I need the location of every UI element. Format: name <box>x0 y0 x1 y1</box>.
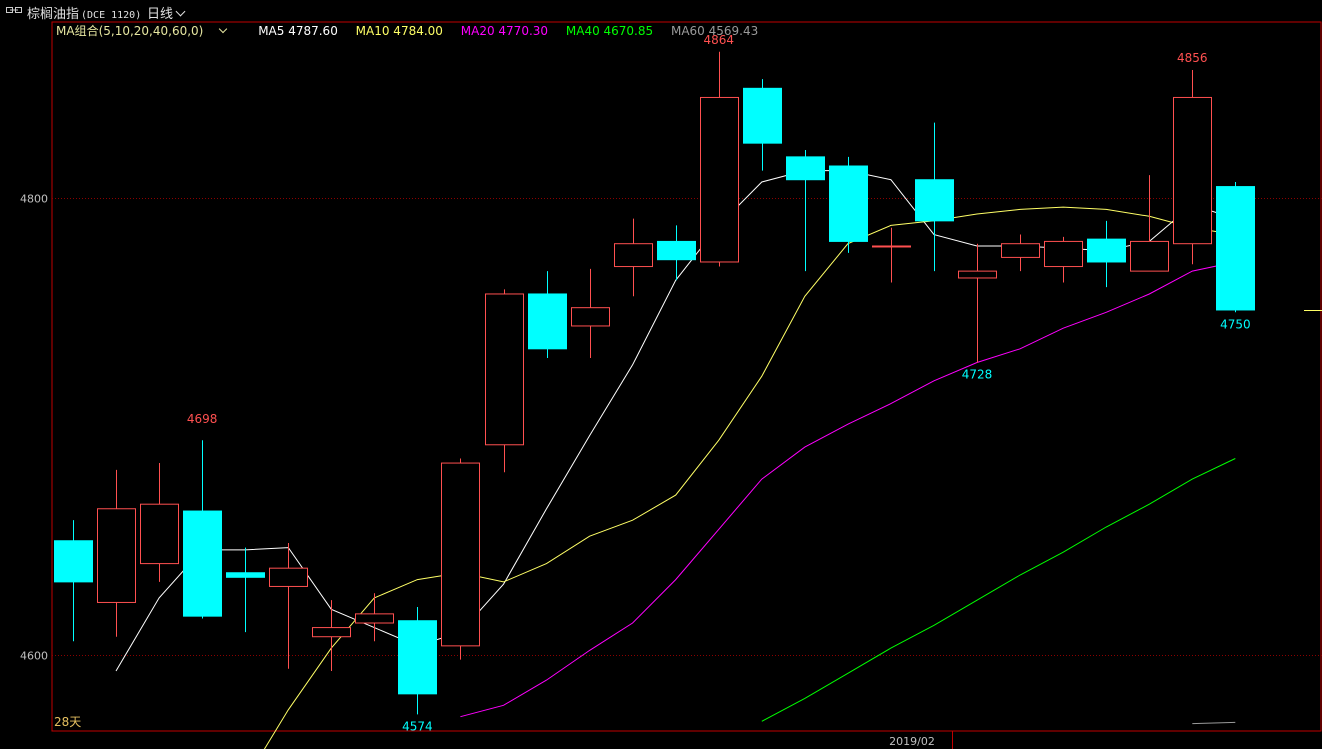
candle <box>1087 220 1126 288</box>
candle <box>1001 234 1040 272</box>
candle <box>958 243 997 363</box>
candle-body-up <box>958 270 997 279</box>
candle-body-up <box>700 96 739 263</box>
ma5-value: MA5 4787.60 <box>258 24 338 38</box>
candle-body-up <box>872 245 911 248</box>
candle-body-up <box>571 307 610 327</box>
candle <box>700 51 739 267</box>
candle-body-up <box>312 627 351 638</box>
candle-body-down <box>226 572 265 578</box>
candle <box>312 600 351 671</box>
candle-body-up <box>269 567 308 587</box>
candlestick-chart[interactable]: 469845744864472848564750 4600480028天2019… <box>0 0 1322 749</box>
candle-body-up <box>97 508 136 603</box>
candle-body-up <box>355 613 394 624</box>
candle-body-down <box>657 240 696 261</box>
candle-body-down <box>743 87 782 144</box>
candle <box>872 227 911 283</box>
price-annotation: 4574 <box>402 719 433 733</box>
candle-body-up <box>485 293 524 446</box>
candle <box>1216 182 1255 313</box>
ma-combo-label: MA组合(5,10,20,40,60,0) <box>56 24 204 38</box>
price-annotation: 4750 <box>1220 317 1251 331</box>
ma40-line <box>761 458 1236 722</box>
price-annotation: 4728 <box>962 368 993 382</box>
candle <box>54 520 93 642</box>
plot-frame <box>51 21 1322 732</box>
x-tick-label: 2019/02 <box>889 735 935 748</box>
candle <box>485 289 524 473</box>
candle-body-down <box>398 620 437 695</box>
candle-body-down <box>1216 186 1255 311</box>
candle-body-down <box>915 179 954 222</box>
ma-combo-selector[interactable]: MA组合(5,10,20,40,60,0) <box>56 24 240 38</box>
candle <box>743 79 782 171</box>
y-tick-label: 4800 <box>20 193 48 206</box>
ma40-value: MA40 4670.85 <box>565 24 654 38</box>
candle <box>915 122 954 272</box>
candle <box>528 271 567 358</box>
chevron-down-icon <box>219 24 228 34</box>
candle-body-down <box>829 165 868 242</box>
candle <box>441 458 480 660</box>
candle-body-down <box>786 156 825 181</box>
candle <box>1173 70 1212 265</box>
candle-body-up <box>1044 240 1083 268</box>
candle-body-up <box>140 503 179 565</box>
price-annotation: 4698 <box>187 412 218 426</box>
candle <box>614 218 653 297</box>
candle-body-up <box>614 243 653 268</box>
ma10-line <box>263 206 1236 749</box>
candle <box>786 150 825 272</box>
candle <box>97 469 136 637</box>
candle <box>140 463 179 582</box>
candle <box>183 440 222 619</box>
candle-body-up <box>1001 243 1040 258</box>
candle <box>226 547 265 633</box>
candles-layer <box>54 51 1255 715</box>
candle-body-down <box>528 293 567 350</box>
candle-body-down <box>54 540 93 583</box>
candle <box>398 607 437 715</box>
ma60-value: MA60 4569.43 <box>670 24 759 38</box>
ma20-value: MA20 4770.30 <box>460 24 549 38</box>
candle-body-down <box>1087 238 1126 263</box>
ma-legend: MA组合(5,10,20,40,60,0) MA5 4787.60 MA10 4… <box>56 22 772 39</box>
candle-body-down <box>183 510 222 617</box>
candle <box>657 225 696 281</box>
y-tick-label: 4600 <box>20 650 48 663</box>
candle <box>1044 236 1083 283</box>
candle <box>829 156 868 253</box>
candle <box>355 593 394 642</box>
days-count-label: 28天 <box>54 715 81 729</box>
candle-body-up <box>1173 96 1212 245</box>
candle <box>571 268 610 358</box>
ma20-line <box>460 261 1236 718</box>
candle-body-up <box>1130 240 1169 272</box>
ma60-line <box>1192 721 1236 725</box>
price-annotation: 4856 <box>1177 51 1208 65</box>
ma10-value: MA10 4784.00 <box>355 24 443 38</box>
candle-body-up <box>441 462 480 647</box>
grid-layer <box>51 21 1322 732</box>
candle <box>1130 175 1169 272</box>
candle <box>269 543 308 669</box>
